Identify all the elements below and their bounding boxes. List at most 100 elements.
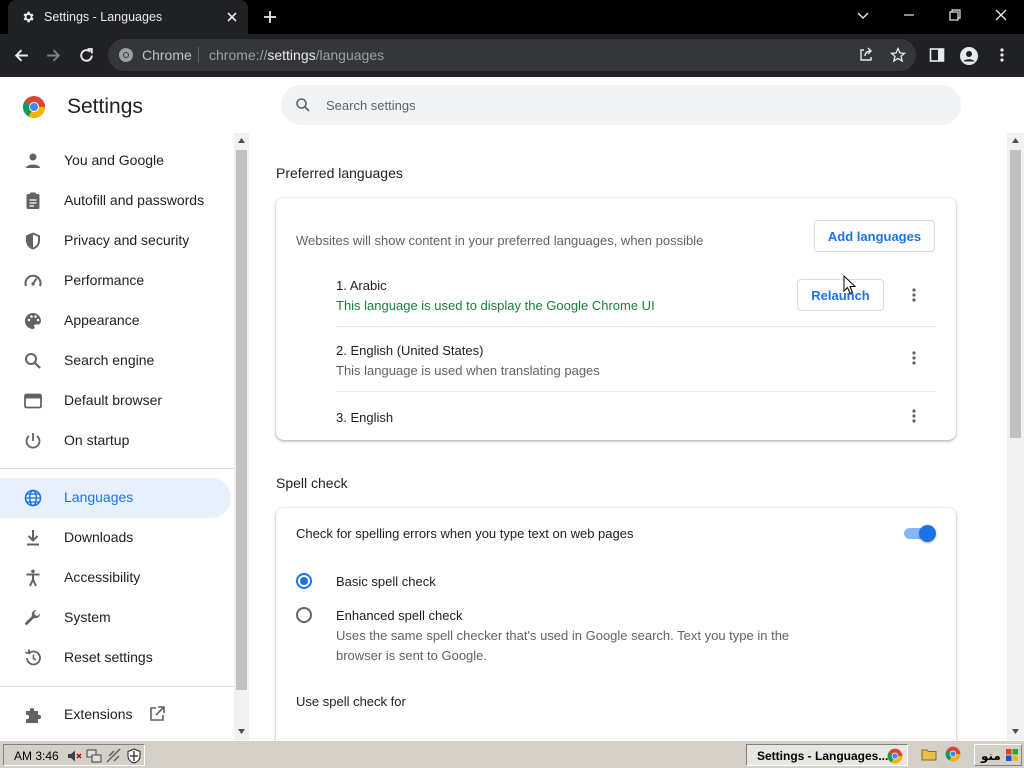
sidebar-item-system[interactable]: System [0, 598, 231, 638]
sidebar-item-label: Downloads [64, 529, 134, 545]
sidebar-item-reset-settings[interactable]: Reset settings [0, 638, 231, 678]
power-icon [23, 431, 43, 451]
settings-search-box[interactable] [281, 85, 961, 125]
sidebar-scrollbar[interactable] [234, 133, 249, 740]
enhanced-spell-check-label: Enhanced spell check [336, 608, 463, 623]
tray-app-icon[interactable] [106, 748, 122, 764]
search-input[interactable] [326, 95, 926, 115]
minimize-icon[interactable] [902, 8, 916, 22]
sidebar-item-label: Default browser [64, 392, 163, 408]
sidebar-scroll-thumb[interactable] [236, 150, 247, 690]
sidebar-item-autofill[interactable]: Autofill and passwords [0, 181, 231, 221]
sidebar-item-languages[interactable]: Languages [0, 478, 231, 518]
tab-search-chevron-icon[interactable] [856, 8, 870, 22]
side-panel-icon[interactable] [929, 47, 945, 63]
chrome-quicklaunch-icon[interactable] [945, 746, 961, 762]
sidebar-item-accessibility[interactable]: Accessibility [0, 558, 231, 598]
sidebar-item-label: Privacy and security [64, 232, 190, 248]
scroll-down-arrow-icon[interactable] [238, 729, 245, 734]
mouse-cursor-icon [843, 275, 856, 295]
palette-icon [23, 311, 43, 331]
folder-icon[interactable] [921, 746, 937, 762]
start-button-label: منو [981, 749, 1001, 763]
share-icon[interactable] [858, 47, 874, 63]
scroll-down-arrow-icon[interactable] [1012, 729, 1019, 734]
taskbar-chrome-window[interactable]: Settings - Languages... [746, 744, 908, 766]
new-tab-icon[interactable] [262, 9, 278, 25]
enhanced-spell-check-description: Uses the same spell checker that's used … [336, 628, 790, 643]
main-scroll-thumb[interactable] [1010, 150, 1021, 438]
profile-avatar-icon[interactable] [960, 47, 978, 65]
back-arrow-icon[interactable] [13, 47, 30, 64]
settings-header: Settings [0, 77, 1024, 133]
sidebar-item-label: Languages [64, 489, 134, 505]
sidebar-item-appearance[interactable]: Appearance [0, 301, 231, 341]
language-name: 1. Arabic [336, 278, 387, 293]
search-icon [295, 97, 311, 113]
clipboard-icon [23, 191, 43, 211]
add-languages-button[interactable]: Add languages [814, 220, 935, 252]
url-text: chrome://settings/languages [209, 47, 384, 63]
shield-icon [23, 231, 43, 251]
gear-icon [21, 10, 35, 24]
sidebar-item-label: Search engine [64, 352, 155, 368]
bookmark-star-icon[interactable] [890, 47, 906, 63]
reset-history-icon [23, 648, 43, 668]
accessibility-icon [23, 568, 43, 588]
language-name: 3. English [336, 410, 394, 425]
security-shield-icon[interactable] [126, 748, 142, 764]
main-scrollbar[interactable] [1007, 133, 1024, 740]
browser-toolbar: Chrome chrome://settings/languages [0, 34, 1024, 77]
sidebar-item-label: On startup [64, 432, 130, 448]
close-tab-icon[interactable] [226, 11, 238, 23]
sidebar-item-performance[interactable]: Performance [0, 261, 231, 301]
relaunch-button[interactable]: Relaunch [797, 279, 884, 311]
settings-sidebar: You and Google Autofill and passwords Pr… [0, 133, 234, 740]
sidebar-item-label: System [64, 609, 111, 625]
sidebar-item-you-and-google[interactable]: You and Google [0, 141, 231, 181]
windows-taskbar: AM 3:46 Settings - Languages... منو [0, 740, 1024, 768]
network-icon[interactable] [86, 748, 102, 764]
omnibox-separator [198, 47, 199, 63]
sidebar-item-label: Reset settings [64, 649, 153, 665]
restore-icon[interactable] [948, 8, 962, 22]
sidebar-item-privacy[interactable]: Privacy and security [0, 221, 231, 261]
basic-spell-check-radio[interactable] [296, 573, 312, 589]
start-button[interactable]: منو [974, 744, 1022, 766]
translate-language-note: This language is used when translating p… [336, 363, 600, 378]
ui-language-note: This language is used to display the Goo… [336, 298, 655, 313]
sidebar-item-label: Autofill and passwords [64, 192, 205, 208]
scroll-up-arrow-icon[interactable] [1012, 138, 1019, 143]
close-window-icon[interactable] [994, 8, 1008, 22]
sidebar-item-default-browser[interactable]: Default browser [0, 381, 231, 421]
scroll-up-arrow-icon[interactable] [238, 138, 245, 143]
more-options-icon[interactable] [908, 408, 920, 424]
browser-window-icon [23, 391, 43, 411]
enhanced-spell-check-description-2: browser is sent to Google. [336, 648, 488, 663]
address-bar[interactable]: Chrome chrome://settings/languages [108, 39, 916, 71]
sidebar-item-on-startup[interactable]: On startup [0, 421, 231, 461]
volume-muted-icon[interactable] [66, 748, 82, 764]
more-options-icon[interactable] [908, 287, 920, 303]
puzzle-icon [23, 705, 43, 725]
globe-icon [23, 488, 43, 508]
forward-arrow-icon[interactable] [45, 47, 62, 64]
tab-settings-languages[interactable]: Settings - Languages [8, 0, 248, 34]
enhanced-spell-check-radio[interactable] [296, 607, 312, 623]
more-menu-icon[interactable] [996, 47, 1008, 63]
sidebar-item-extensions[interactable]: Extensions [0, 695, 231, 735]
spell-check-toggle-label: Check for spelling errors when you type … [296, 526, 634, 541]
preferred-languages-card: Websites will show content in your prefe… [276, 198, 956, 440]
settings-main: Preferred languages Websites will show c… [249, 133, 1007, 740]
reload-icon[interactable] [78, 47, 95, 64]
url-path: /languages [315, 47, 385, 63]
more-options-icon[interactable] [908, 350, 920, 366]
url-host: settings [267, 47, 316, 63]
sidebar-item-label: Appearance [64, 312, 140, 328]
sidebar-item-label: Accessibility [64, 569, 141, 585]
page-title: Settings [67, 95, 143, 118]
taskbar-clock: AM 3:46 [14, 749, 59, 763]
sidebar-item-search-engine[interactable]: Search engine [0, 341, 231, 381]
spell-check-toggle[interactable] [904, 525, 936, 542]
sidebar-item-downloads[interactable]: Downloads [0, 518, 231, 558]
